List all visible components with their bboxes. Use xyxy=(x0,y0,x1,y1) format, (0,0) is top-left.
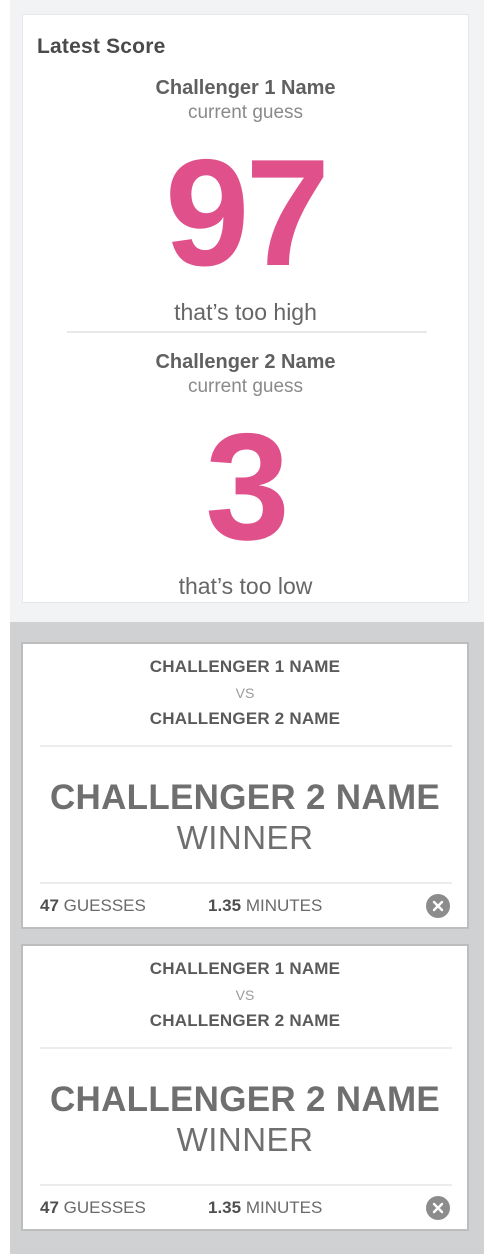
match-guesses: 47 GUESSES xyxy=(40,894,146,918)
latest-score-card: Latest Score Challenger 1 Name current g… xyxy=(22,14,469,603)
match-minutes: 1.35 MINUTES xyxy=(208,894,322,918)
latest-score-title: Latest Score xyxy=(37,35,166,58)
match-divider xyxy=(40,1047,452,1049)
latest-score-section: Latest Score Challenger 1 Name current g… xyxy=(10,0,484,622)
match-minutes-value: 1.35 xyxy=(208,1198,242,1217)
match-guesses-label: GUESSES xyxy=(63,896,146,915)
challenger-2-verdict: that’s too low xyxy=(178,573,313,599)
match-challenger-1: CHALLENGER 1 NAME xyxy=(149,657,341,676)
close-circle-icon xyxy=(432,1202,444,1214)
remove-match-button[interactable] xyxy=(426,894,450,918)
challenger-2-guess: 3 xyxy=(205,402,290,572)
match-winner: CHALLENGER 2 NAME WINNER xyxy=(23,778,467,858)
match-guesses: 47 GUESSES xyxy=(40,1196,146,1220)
match-minutes: 1.35 MINUTES xyxy=(208,1196,322,1220)
match-winner-label: WINNER xyxy=(176,1121,314,1158)
match-card: CHALLENGER 1 NAME VS CHALLENGER 2 NAME C… xyxy=(21,944,469,1231)
challenger-1-sub-label: current guess xyxy=(187,102,304,123)
challenger-2-sub-label: current guess xyxy=(187,376,304,397)
match-challenger-2: CHALLENGER 2 NAME xyxy=(149,1011,341,1030)
match-challengers: CHALLENGER 1 NAME VS CHALLENGER 2 NAME xyxy=(23,958,467,1032)
match-winner-name: CHALLENGER 2 NAME xyxy=(49,778,441,817)
match-minutes-label: MINUTES xyxy=(245,896,323,915)
challenger-1-guess: 97 xyxy=(164,128,330,298)
match-history-section: CHALLENGER 1 NAME VS CHALLENGER 2 NAME C… xyxy=(10,622,484,1254)
remove-match-button[interactable] xyxy=(426,1196,450,1220)
challenger-1-name: Challenger 1 Name xyxy=(155,77,336,99)
match-divider xyxy=(40,745,452,747)
match-vs-label: VS xyxy=(235,987,255,1003)
match-divider xyxy=(40,1184,452,1186)
match-winner: CHALLENGER 2 NAME WINNER xyxy=(23,1080,467,1160)
match-vs-label: VS xyxy=(235,685,255,701)
match-guesses-label: GUESSES xyxy=(63,1198,146,1217)
match-divider xyxy=(40,882,452,884)
match-minutes-label: MINUTES xyxy=(245,1198,323,1217)
match-stats: 47 GUESSES 1.35 MINUTES xyxy=(40,1196,452,1220)
match-guesses-value: 47 xyxy=(40,1198,59,1217)
match-card: CHALLENGER 1 NAME VS CHALLENGER 2 NAME C… xyxy=(21,642,469,929)
challenger-2-name: Challenger 2 Name xyxy=(155,351,336,373)
challenger-1-verdict: that’s too high xyxy=(174,299,317,325)
challenger-1-score: Challenger 1 Name current guess 97 that’… xyxy=(23,75,468,327)
match-challengers: CHALLENGER 1 NAME VS CHALLENGER 2 NAME xyxy=(23,656,467,730)
match-winner-label: WINNER xyxy=(176,819,314,856)
match-minutes-value: 1.35 xyxy=(208,896,242,915)
match-winner-name: CHALLENGER 2 NAME xyxy=(49,1080,441,1119)
match-stats: 47 GUESSES 1.35 MINUTES xyxy=(40,894,452,918)
match-challenger-1: CHALLENGER 1 NAME xyxy=(149,959,341,978)
score-divider xyxy=(67,331,427,333)
match-guesses-value: 47 xyxy=(40,896,59,915)
match-challenger-2: CHALLENGER 2 NAME xyxy=(149,709,341,728)
challenger-2-score: Challenger 2 Name current guess 3 that’s… xyxy=(23,349,468,601)
close-circle-icon xyxy=(432,900,444,912)
